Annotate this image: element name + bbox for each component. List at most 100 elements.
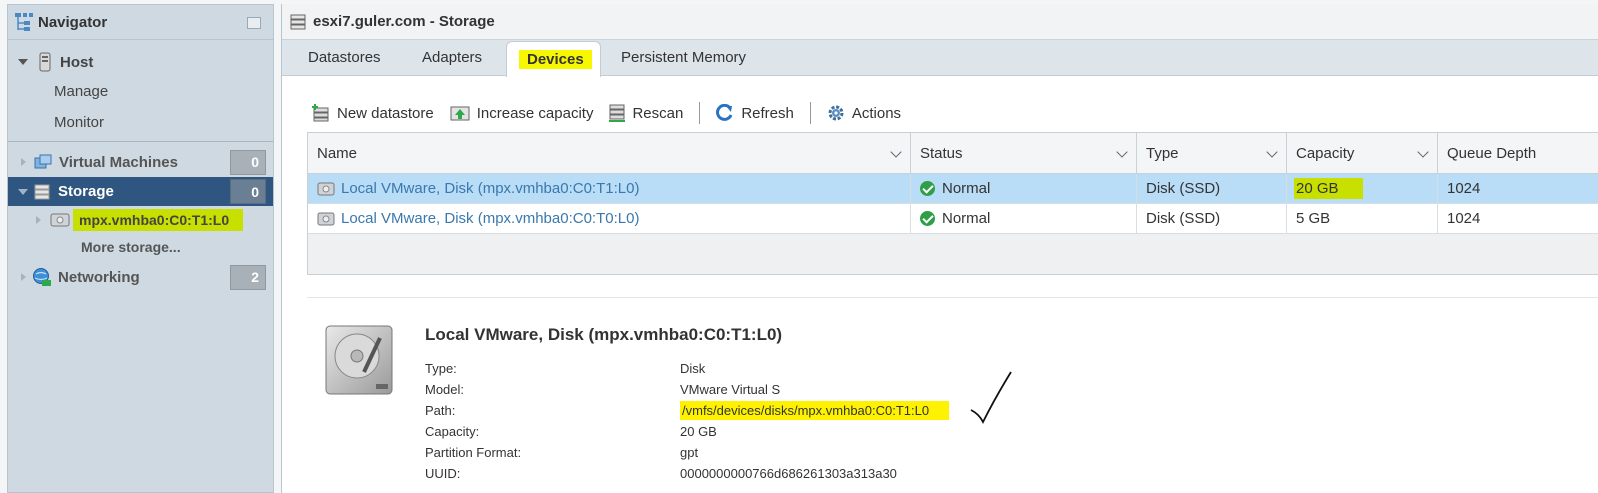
detail-key: Model: — [425, 382, 465, 397]
expand-down-icon[interactable] — [18, 188, 28, 195]
tab-datastores[interactable]: Datastores — [296, 40, 393, 75]
nav-manage-label: Manage — [54, 82, 109, 100]
expand-down-icon[interactable] — [18, 59, 28, 65]
check-circle-icon — [920, 211, 935, 226]
detail-value: 0000000000766d686261303a313a30 — [680, 466, 897, 481]
expand-right-icon[interactable] — [36, 216, 41, 224]
nav-virtual-machines[interactable]: Virtual Machines 0 — [8, 148, 273, 176]
chevron-down-icon[interactable] — [890, 146, 902, 158]
navigator-header: Navigator — [8, 5, 273, 40]
path-value: /vmfs/devices/disks/mpx.vmhba0:C0:T1:L0 — [680, 401, 950, 420]
nav-more-storage[interactable]: More storage... — [8, 235, 273, 259]
networking-count-badge: 2 — [230, 264, 266, 290]
storage-count-badge: 0 — [230, 179, 266, 204]
nav-manage[interactable]: Manage — [8, 79, 273, 103]
table-header: Name Status Type Capacity Queue Depth — [308, 133, 1598, 174]
detail-key: Type: — [425, 361, 457, 376]
table-row[interactable]: Local VMware, Disk (mpx.vmhba0:C0:T0:L0)… — [308, 204, 1598, 234]
gear-icon — [828, 105, 844, 121]
tab-persistent-memory[interactable]: Persistent Memory — [609, 40, 758, 75]
expand-right-icon[interactable] — [21, 273, 26, 281]
cell-status: Normal — [911, 204, 1137, 233]
column-label: Type — [1146, 144, 1179, 162]
check-circle-icon — [920, 181, 935, 196]
refresh-button[interactable]: Refresh — [716, 104, 794, 122]
hard-disk-icon — [325, 325, 393, 395]
virtual-machines-icon — [34, 154, 52, 169]
rescan-button[interactable]: Rescan — [609, 104, 683, 122]
type-text: Disk (SSD) — [1146, 210, 1221, 227]
expand-right-icon[interactable] — [21, 158, 26, 166]
rescan-icon — [609, 104, 626, 122]
cell-capacity: 20 GB — [1287, 174, 1438, 203]
column-header-queue-depth[interactable]: Queue Depth — [1438, 133, 1598, 173]
column-header-type[interactable]: Type — [1137, 133, 1287, 173]
increase-capacity-label: Increase capacity — [476, 104, 594, 122]
nav-monitor-label: Monitor — [54, 113, 105, 131]
nav-monitor[interactable]: Monitor — [8, 110, 273, 134]
queue-depth-text: 1024 — [1447, 180, 1481, 197]
capacity-text: 5 GB — [1296, 210, 1331, 227]
tab-label: Adapters — [422, 49, 483, 66]
toolbar-separator — [699, 102, 701, 124]
cell-type: Disk (SSD) — [1137, 174, 1287, 203]
chevron-down-icon[interactable] — [1116, 146, 1128, 158]
tab-devices[interactable]: Devices — [506, 41, 601, 77]
column-header-capacity[interactable]: Capacity — [1287, 133, 1438, 173]
detail-key: Partition Format: — [425, 445, 522, 460]
vms-count-badge: 0 — [230, 149, 266, 175]
capacity-text: 20 GB — [1294, 178, 1363, 199]
detail-key: Capacity: — [425, 424, 480, 439]
cell-queue-depth: 1024 — [1438, 174, 1598, 203]
storage-panel: esxi7.guler.com - Storage Datastores Ada… — [281, 4, 1598, 493]
queue-depth-text: 1024 — [1447, 210, 1481, 227]
detail-value: gpt — [680, 445, 699, 460]
chevron-down-icon[interactable] — [1417, 146, 1429, 158]
tab-label: Datastores — [308, 49, 381, 66]
detail-value: VMware Virtual S — [680, 382, 781, 397]
new-datastore-icon — [312, 104, 329, 122]
nav-device-item[interactable]: mpx.vmhba0:C0:T1:L0 — [8, 207, 273, 233]
nav-networking[interactable]: Networking 2 — [8, 263, 273, 291]
navigator-panel: Navigator Host Manage Monitor Virtual Ma… — [7, 4, 274, 493]
disk-icon — [317, 212, 335, 225]
increase-capacity-button[interactable]: Increase capacity — [450, 104, 594, 122]
detail-value: /vmfs/devices/disks/mpx.vmhba0:C0:T1:L0 — [680, 401, 950, 420]
details-title: Local VMware, Disk (mpx.vmhba0:C0:T1:L0) — [425, 325, 783, 344]
refresh-label: Refresh — [741, 104, 794, 122]
navigator-title: Navigator — [38, 13, 108, 31]
collapse-icon[interactable] — [247, 17, 261, 29]
panel-title: esxi7.guler.com - Storage — [313, 13, 495, 30]
column-label: Capacity — [1296, 144, 1355, 162]
devices-table: Name Status Type Capacity Queue Depth Lo… — [307, 132, 1598, 275]
device-name-link[interactable]: Local VMware, Disk (mpx.vmhba0:C0:T0:L0) — [341, 210, 639, 227]
status-text: Normal — [942, 210, 991, 227]
detail-key: UUID: — [425, 466, 461, 481]
tab-label: Devices — [519, 50, 592, 69]
nav-device-label: mpx.vmhba0:C0:T1:L0 — [73, 209, 244, 231]
actions-button[interactable]: Actions — [827, 104, 901, 122]
column-label: Queue Depth — [1447, 144, 1537, 162]
nav-storage[interactable]: Storage 0 — [8, 177, 273, 206]
disk-icon — [317, 182, 335, 195]
nav-host-label: Host — [60, 53, 94, 71]
tab-bar: Datastores Adapters Devices Persistent M… — [282, 40, 1598, 77]
nav-host[interactable]: Host — [8, 49, 273, 75]
table-row[interactable]: Local VMware, Disk (mpx.vmhba0:C0:T1:L0)… — [308, 174, 1598, 204]
new-datastore-button[interactable]: New datastore — [312, 104, 434, 122]
column-label: Status — [920, 144, 963, 162]
device-name-link[interactable]: Local VMware, Disk (mpx.vmhba0:C0:T1:L0) — [341, 180, 639, 197]
tab-adapters[interactable]: Adapters — [410, 40, 494, 75]
storage-icon — [34, 184, 50, 199]
chevron-down-icon[interactable] — [1266, 146, 1278, 158]
column-header-status[interactable]: Status — [911, 133, 1137, 173]
rescan-label: Rescan — [632, 104, 684, 122]
actions-label: Actions — [851, 104, 902, 122]
panel-title-bar: esxi7.guler.com - Storage — [282, 4, 1598, 40]
toolbar: New datastore Increase capacity Rescan R… — [312, 100, 917, 126]
checkmark-annotation-icon — [970, 371, 1012, 425]
column-header-name[interactable]: Name — [308, 133, 911, 173]
cell-status: Normal — [911, 174, 1137, 203]
column-label: Name — [317, 144, 358, 162]
nav-more-storage-label: More storage... — [81, 239, 181, 255]
